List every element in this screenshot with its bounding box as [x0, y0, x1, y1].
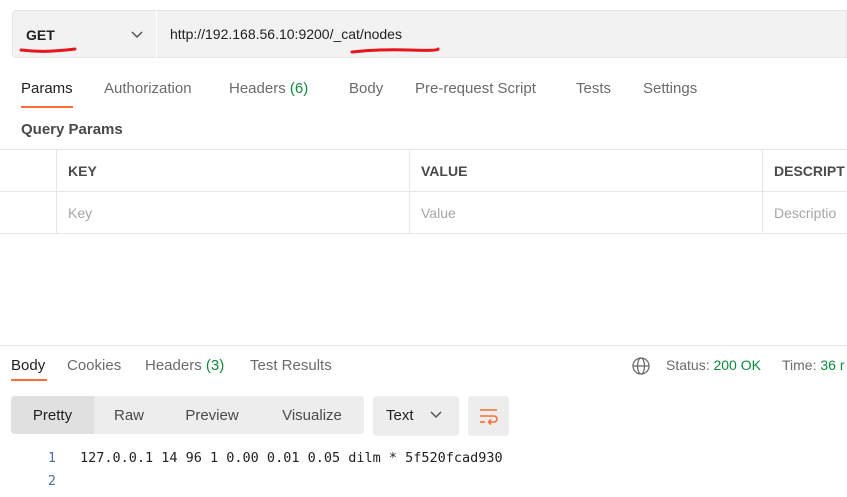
- checkbox-column-header: [0, 150, 56, 191]
- line-number: 1: [47, 450, 56, 466]
- request-url-bar: GET http://192.168.56.10:9200/_cat/nodes: [12, 10, 847, 58]
- line-text: 127.0.0.1 14 96 1 0.00 0.01 0.05 dilm * …: [80, 450, 503, 466]
- tab-pre-request-script[interactable]: Pre-request Script: [415, 80, 536, 97]
- headers-count: (6): [289, 80, 309, 97]
- column-header-description: DESCRIPT: [762, 150, 847, 191]
- query-params-table: KEY VALUE DESCRIPT Key Value Descriptio: [0, 149, 847, 234]
- column-header-value: VALUE: [409, 150, 762, 191]
- format-label: Text: [386, 407, 414, 424]
- row-checkbox-cell: [0, 192, 56, 233]
- wrap-lines-button[interactable]: [468, 396, 509, 436]
- view-mode-raw[interactable]: Raw: [94, 396, 164, 434]
- view-mode-preview[interactable]: Preview: [164, 396, 260, 434]
- view-mode-pretty[interactable]: Pretty: [11, 396, 94, 434]
- status-code: 200 OK: [713, 357, 761, 373]
- view-mode-toggle: Pretty Raw Preview Visualize: [11, 396, 364, 434]
- tab-headers[interactable]: Headers (6): [229, 80, 308, 97]
- globe-icon[interactable]: [631, 356, 651, 376]
- chevron-down-icon[interactable]: [131, 30, 143, 40]
- response-time-value: 36 r: [820, 357, 845, 373]
- tab-settings[interactable]: Settings: [643, 80, 697, 97]
- key-input[interactable]: Key: [56, 192, 409, 233]
- value-input[interactable]: Value: [409, 192, 762, 233]
- method-label: GET: [26, 27, 55, 43]
- description-input[interactable]: Descriptio: [762, 192, 847, 233]
- response-time: Time: 36 r: [782, 357, 845, 373]
- format-select[interactable]: Text: [373, 396, 459, 436]
- url-text[interactable]: http://192.168.56.10:9200/_cat/nodes: [170, 26, 402, 42]
- response-headers-count: (3): [205, 357, 225, 374]
- method-select[interactable]: GET: [12, 10, 156, 58]
- annotation-underline-path: [350, 47, 440, 54]
- line-number: 2: [47, 473, 56, 489]
- table-row: Key Value Descriptio: [0, 192, 847, 234]
- chevron-down-icon: [430, 411, 442, 419]
- query-params-title: Query Params: [21, 121, 123, 138]
- active-tab-indicator: [21, 106, 73, 108]
- tab-params[interactable]: Params: [21, 80, 73, 97]
- tab-tests[interactable]: Tests: [576, 80, 611, 97]
- wrap-lines-icon: [480, 409, 498, 426]
- active-response-tab-indicator: [11, 379, 47, 381]
- tab-body[interactable]: Body: [349, 80, 383, 97]
- response-tab-headers[interactable]: Headers (3): [145, 357, 224, 374]
- tab-authorization[interactable]: Authorization: [104, 80, 192, 97]
- response-tab-test-results[interactable]: Test Results: [250, 357, 332, 374]
- code-line: 1 127.0.0.1 14 96 1 0.00 0.01 0.05 dilm …: [0, 450, 847, 470]
- response-tab-body[interactable]: Body: [11, 357, 45, 374]
- response-tab-cookies[interactable]: Cookies: [67, 357, 121, 374]
- request-tabs: Params Authorization Headers (6) Body Pr…: [0, 74, 847, 108]
- view-mode-visualize[interactable]: Visualize: [260, 396, 364, 434]
- code-line: 2: [0, 473, 847, 493]
- column-header-key: KEY: [56, 150, 409, 191]
- url-input[interactable]: http://192.168.56.10:9200/_cat/nodes: [156, 10, 847, 58]
- table-header-row: KEY VALUE DESCRIPT: [0, 150, 847, 192]
- response-status: Status: 200 OK: [666, 357, 761, 373]
- annotation-underline-method: [19, 47, 77, 53]
